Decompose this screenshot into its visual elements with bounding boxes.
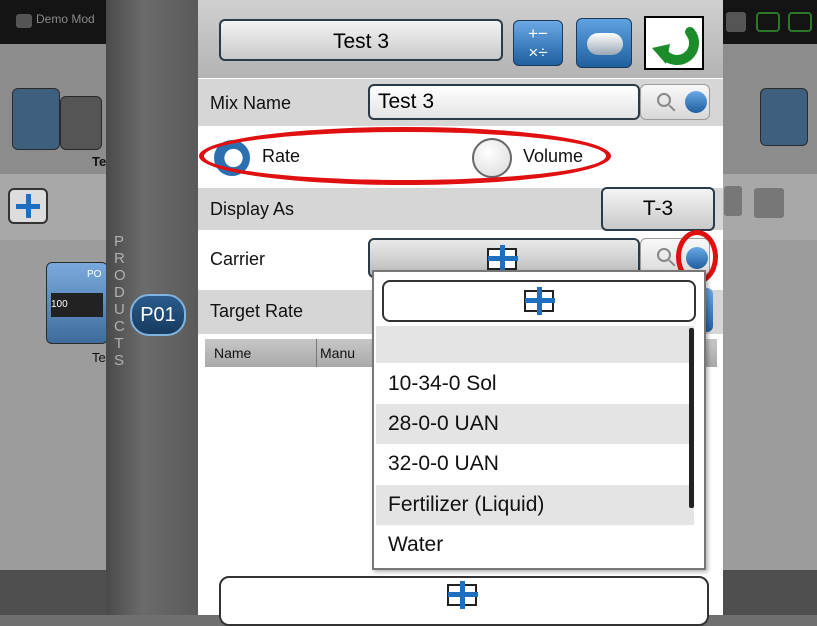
trash-icon (724, 186, 742, 216)
products-tab-letter: C (114, 318, 125, 335)
add-product-button[interactable] (219, 576, 709, 626)
rate-volume-highlight (199, 127, 611, 185)
up-down-arrows-icon (685, 91, 707, 113)
column-divider (316, 339, 317, 367)
background-lower-label: Te (92, 350, 106, 365)
background-label: Te (92, 154, 107, 169)
products-tab-letter: R (114, 250, 125, 267)
carrier-label: Carrier (210, 249, 266, 269)
column-header-manufacturer[interactable]: Manu (320, 345, 355, 361)
signal-icon (788, 12, 812, 32)
screen-icon (726, 12, 746, 32)
background-add-button (8, 188, 48, 224)
calculator-icon: +− ×÷ (528, 24, 548, 62)
display-as-label: Display As (210, 199, 295, 219)
background-machine-icon (12, 88, 60, 150)
products-tab-label: PRODUCTS (114, 233, 126, 369)
status-icons (726, 8, 816, 36)
dropdown-item[interactable]: 28-0-0 UAN (376, 404, 694, 444)
add-icon-h (488, 256, 518, 261)
plus-icon-h (16, 204, 40, 209)
back-arrow-icon (652, 27, 699, 65)
search-icon-handle (668, 104, 676, 112)
dialog-title[interactable]: Test 3 (219, 19, 503, 61)
products-tab-letter: U (114, 301, 125, 318)
product-tile-top: PO (87, 269, 102, 280)
products-tab-letter: S (114, 352, 125, 369)
add-icon-h (448, 592, 478, 597)
search-icon-handle (668, 259, 676, 267)
tank-icon (587, 33, 623, 55)
background-app-title: Demo Mod (36, 12, 95, 26)
product-badge[interactable]: P01 (130, 294, 186, 336)
products-tab-letter: T (114, 335, 124, 352)
calculator-button[interactable]: +− ×÷ (513, 20, 563, 66)
products-tab-letter: O (114, 267, 126, 284)
mix-name-search-button[interactable] (640, 84, 710, 120)
background-settings-icon (760, 88, 808, 146)
mix-name-label: Mix Name (210, 93, 292, 113)
dropdown-add-button[interactable] (382, 280, 696, 322)
tank-button[interactable] (576, 18, 632, 68)
target-rate-label: Target Rate (210, 301, 304, 321)
column-header-name[interactable]: Name (214, 345, 251, 361)
background-implement-icon (60, 96, 102, 150)
back-button[interactable] (644, 16, 704, 70)
edit-icon (754, 188, 784, 218)
dropdown-item[interactable]: Fertilizer (Liquid) (376, 485, 694, 525)
gps-icon (756, 12, 780, 32)
mix-name-field[interactable]: Test 3 (368, 84, 640, 120)
dropdown-item[interactable]: 32-0-0 UAN (376, 444, 694, 484)
camera-icon (16, 14, 32, 28)
products-tab-letter: D (114, 284, 125, 301)
display-as-button[interactable]: T-3 (601, 187, 715, 231)
product-tile-text: 100 (51, 293, 103, 317)
dropdown-item-blank[interactable] (376, 326, 694, 363)
dropdown-scrollbar[interactable] (689, 328, 694, 508)
dropdown-item[interactable]: 10-34-0 Sol (376, 364, 694, 404)
dropdown-item[interactable]: Water (376, 525, 694, 565)
products-tab-letter: P (114, 233, 125, 250)
add-icon-h (525, 298, 555, 303)
background-product-tile: PO 100 (46, 262, 108, 344)
